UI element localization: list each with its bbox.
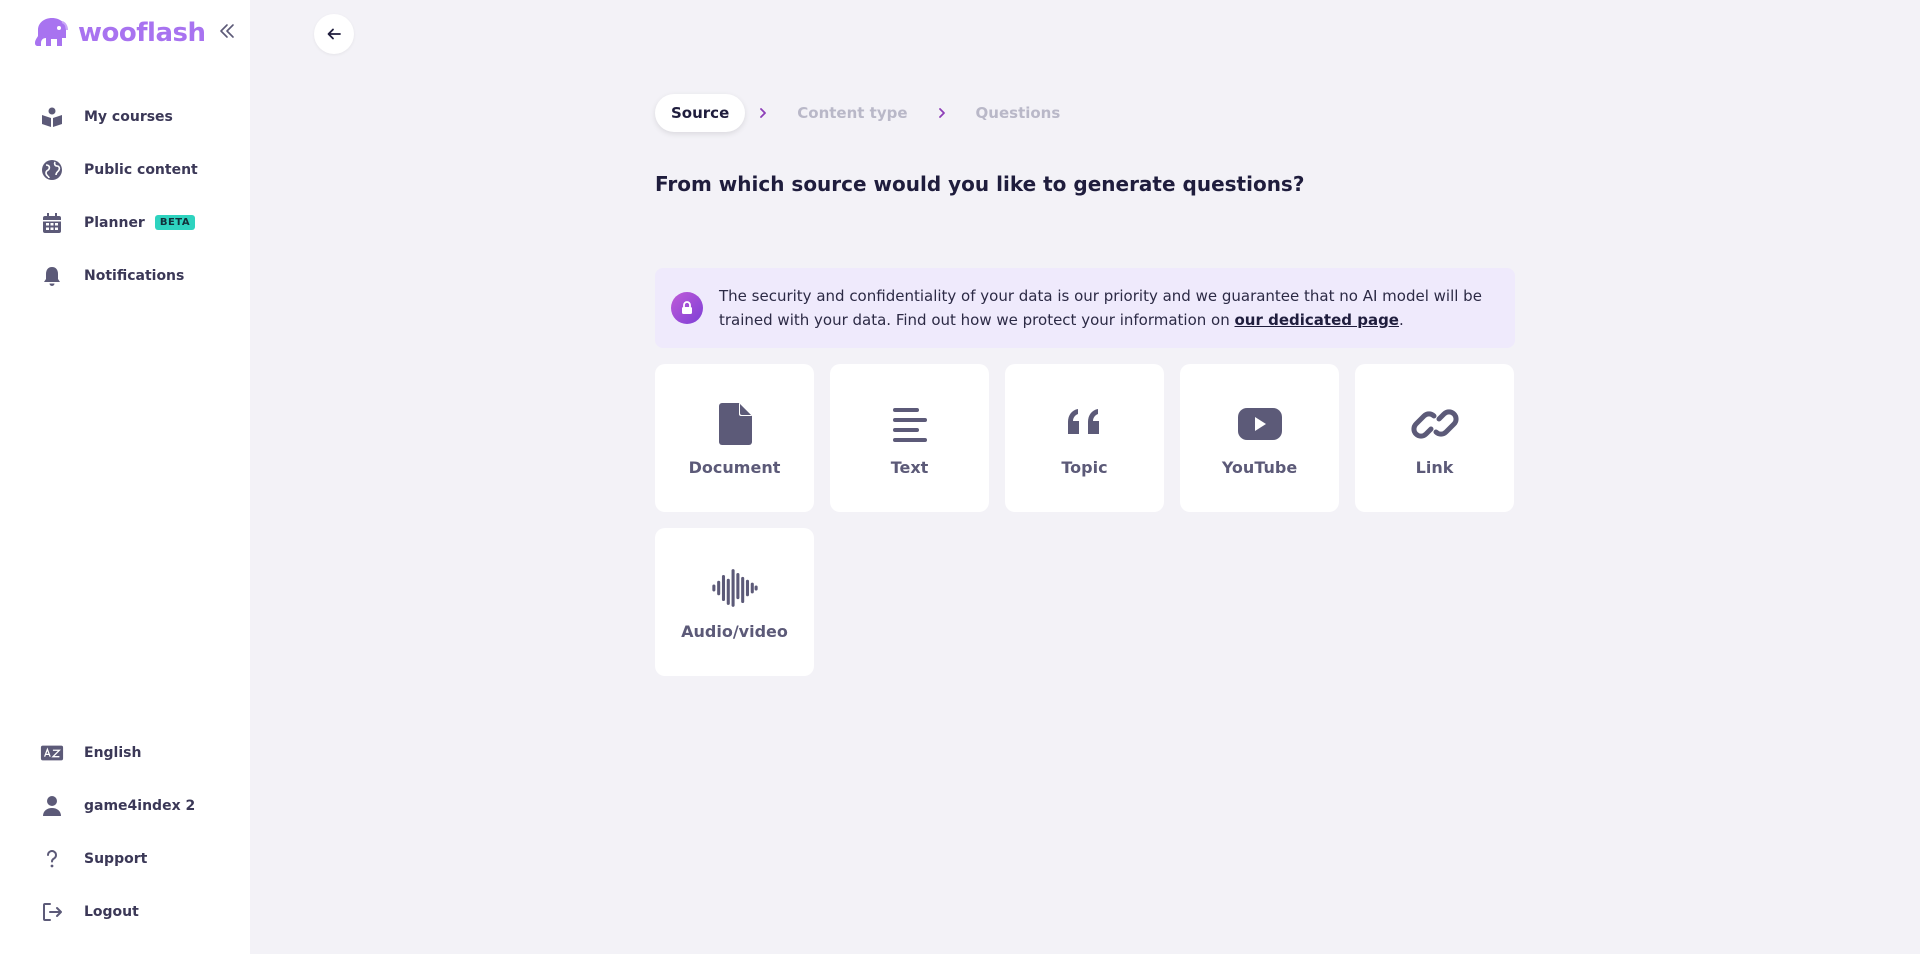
language-label: English	[84, 744, 142, 761]
source-label: YouTube	[1221, 457, 1298, 477]
lock-icon	[671, 292, 703, 324]
source-card-youtube[interactable]: YouTube	[1180, 364, 1339, 512]
logo-text: wooflash	[78, 18, 206, 48]
step-questions[interactable]: Questions	[960, 94, 1077, 132]
sidebar-item-notifications[interactable]: Notifications	[0, 249, 250, 302]
file-icon	[711, 400, 759, 448]
source-label: Audio/video	[681, 621, 788, 641]
main-nav: My courses Public content Planner BETA N…	[0, 90, 250, 302]
page-title: From which source would you like to gene…	[655, 172, 1305, 196]
sidebar-item-public-content[interactable]: Public content	[0, 143, 250, 196]
globe-icon	[40, 158, 64, 182]
step-content-type[interactable]: Content type	[781, 94, 923, 132]
logout-icon	[40, 900, 64, 924]
link-icon	[1410, 400, 1459, 448]
book-reader-icon	[40, 105, 64, 129]
youtube-icon	[1236, 400, 1284, 448]
source-card-topic[interactable]: Topic	[1005, 364, 1164, 512]
sidebar-item-label: Planner	[84, 214, 145, 231]
chevron-right-icon	[751, 101, 775, 125]
collapse-sidebar-button[interactable]	[216, 20, 238, 42]
double-chevron-left-icon	[220, 24, 234, 38]
text-align-icon	[886, 400, 934, 448]
sidebar-item-label: My courses	[84, 108, 173, 125]
user-icon	[40, 794, 64, 818]
back-button[interactable]	[314, 14, 354, 54]
language-selector[interactable]: English	[0, 726, 250, 779]
question-icon	[40, 847, 64, 871]
logo[interactable]: wooflash	[32, 16, 206, 50]
support-label: Support	[84, 850, 148, 867]
dedicated-page-link[interactable]: our dedicated page	[1235, 311, 1399, 329]
logout-label: Logout	[84, 903, 139, 920]
elephant-logo-icon	[35, 18, 68, 46]
calendar-icon	[40, 211, 64, 235]
quote-icon	[1061, 400, 1109, 448]
logout-button[interactable]: Logout	[0, 885, 250, 938]
sidebar: wooflash My courses Public content Plann…	[0, 0, 250, 954]
source-card-link[interactable]: Link	[1355, 364, 1514, 512]
arrow-left-icon	[327, 28, 341, 40]
bell-icon	[40, 264, 64, 288]
privacy-notice: The security and confidentiality of your…	[655, 268, 1515, 348]
stepper: Source Content type Questions	[655, 94, 1076, 132]
source-card-text[interactable]: Text	[830, 364, 989, 512]
sidebar-item-my-courses[interactable]: My courses	[0, 90, 250, 143]
source-options: Document Text Topic YouTube Link Audio/v…	[655, 364, 1530, 676]
source-card-audio-video[interactable]: Audio/video	[655, 528, 814, 676]
bottom-nav: English game4index 2 Support Logout	[0, 726, 250, 938]
source-card-document[interactable]: Document	[655, 364, 814, 512]
source-label: Link	[1415, 457, 1454, 477]
step-source[interactable]: Source	[655, 94, 746, 132]
user-name: game4index 2	[84, 797, 196, 814]
source-label: Topic	[1061, 457, 1108, 477]
beta-badge: BETA	[154, 215, 196, 230]
source-label: Text	[890, 457, 929, 477]
sidebar-item-label: Public content	[84, 161, 198, 178]
user-profile[interactable]: game4index 2	[0, 779, 250, 832]
source-label: Document	[688, 457, 781, 477]
language-icon	[40, 741, 64, 765]
sidebar-item-planner[interactable]: Planner BETA	[0, 196, 250, 249]
notice-suffix: .	[1398, 311, 1404, 329]
waveform-icon	[711, 564, 759, 612]
sidebar-item-label: Notifications	[84, 267, 185, 284]
chevron-right-icon	[930, 101, 954, 125]
notice-text: The security and confidentiality of your…	[719, 284, 1499, 332]
support-link[interactable]: Support	[0, 832, 250, 885]
